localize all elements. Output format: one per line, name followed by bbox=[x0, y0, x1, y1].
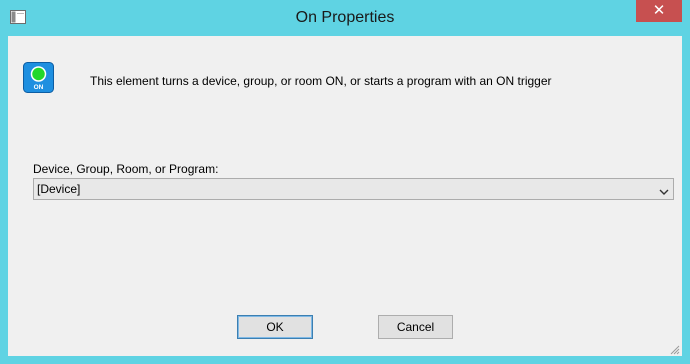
description-text: This element turns a device, group, or r… bbox=[90, 74, 552, 88]
close-button[interactable]: ✕ bbox=[636, 0, 682, 22]
dialog-window: On Properties ✕ ON This element turns a … bbox=[0, 0, 690, 364]
target-select[interactable]: [Device] bbox=[33, 178, 674, 200]
target-label: Device, Group, Room, or Program: bbox=[33, 162, 219, 176]
on-trigger-icon-text: ON bbox=[34, 84, 44, 91]
ok-button[interactable]: OK bbox=[237, 315, 313, 339]
title-bar[interactable]: On Properties ✕ bbox=[0, 0, 690, 36]
on-trigger-icon: ON bbox=[23, 62, 54, 93]
dialog-body: ON This element turns a device, group, o… bbox=[8, 36, 682, 356]
chevron-down-icon[interactable] bbox=[659, 184, 669, 195]
cancel-button[interactable]: Cancel bbox=[378, 315, 453, 339]
resize-grip-icon[interactable] bbox=[668, 342, 680, 355]
target-select-value: [Device] bbox=[37, 182, 81, 196]
window-title: On Properties bbox=[295, 9, 395, 26]
